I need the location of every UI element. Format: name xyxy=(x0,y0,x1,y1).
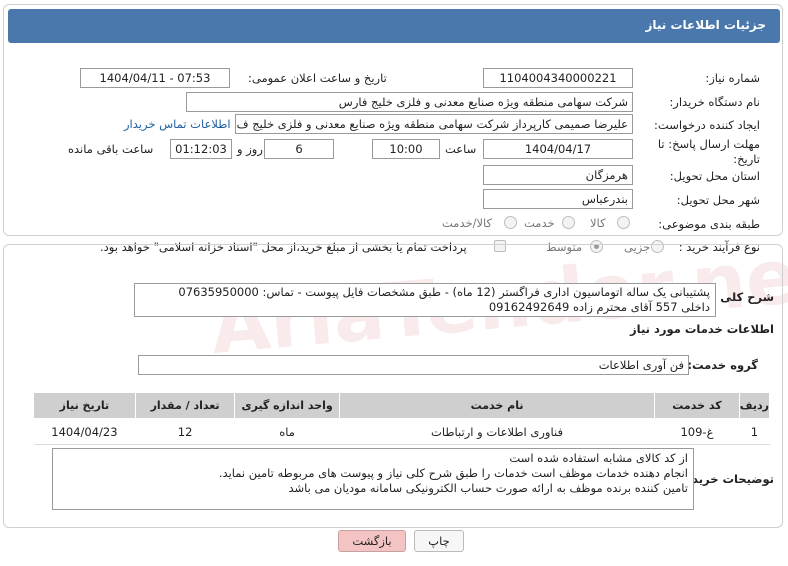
need-number-label: شماره نیاز: xyxy=(705,71,760,85)
panel-header: جزئیات اطلاعات نیاز xyxy=(8,9,780,43)
city-field[interactable]: بندرعباس xyxy=(483,189,633,209)
deadline-time-field[interactable]: 10:00 xyxy=(372,139,440,159)
description-textarea[interactable]: پشتیبانی یک ساله اتوماسیون اداری فراگستر… xyxy=(134,283,716,317)
deadline-time-label: ساعت xyxy=(445,142,477,156)
category-radio-service[interactable] xyxy=(562,216,575,229)
row-code: غ-109 xyxy=(654,418,740,445)
description-line-2: داخلی 557 آقای محترم زاده 09162492649 xyxy=(488,300,710,314)
creator-label: ایجاد کننده درخواست: xyxy=(654,118,760,132)
col-qty: تعداد / مقدار xyxy=(134,392,236,419)
buyer-org-label: نام دستگاه خریدار: xyxy=(669,95,760,109)
services-section-title: اطلاعات خدمات مورد نیاز xyxy=(630,322,774,336)
need-number-field[interactable]: 1104004340000221 xyxy=(483,68,633,88)
back-button[interactable]: بازگشت xyxy=(338,530,406,552)
col-name: نام خدمت xyxy=(338,392,656,419)
description-line-1: پشتیبانی یک ساله اتوماسیون اداری فراگستر… xyxy=(178,285,710,299)
category-option-goods-service: کالا/خدمت xyxy=(442,216,493,230)
city-label: شهر محل تحویل: xyxy=(676,193,760,207)
deadline-label: مهلت ارسال پاسخ: تا xyxy=(657,137,760,151)
buyer-contact-link[interactable]: اطلاعات تماس خریدار xyxy=(124,117,231,131)
category-option-goods: کالا xyxy=(590,216,606,230)
row-qty: 12 xyxy=(135,418,235,445)
province-field[interactable]: هرمزگان xyxy=(483,165,633,185)
announce-label: تاریخ و ساعت اعلان عمومی: xyxy=(248,71,387,85)
service-group-label: گروه خدمت: xyxy=(687,358,758,372)
row-index: 1 xyxy=(739,418,770,445)
province-label: استان محل تحویل: xyxy=(669,169,760,183)
print-button[interactable]: چاپ xyxy=(414,530,464,552)
col-date: تاریخ نیاز xyxy=(33,392,136,419)
col-code: کد خدمت xyxy=(654,392,740,419)
panel-title: جزئیات اطلاعات نیاز xyxy=(645,18,766,32)
category-radio-goods-service[interactable] xyxy=(504,216,517,229)
buyer-notes-textarea[interactable]: از کد کالای مشابه استفاده شده است انجام … xyxy=(52,448,694,510)
col-index: ردیف xyxy=(738,392,771,419)
deadline-date-label: تاریخ: xyxy=(733,152,760,166)
remaining-time-label: ساعت باقی مانده xyxy=(68,142,154,156)
col-unit: واحد اندازه گیری xyxy=(234,392,340,419)
services-table: ردیف کد خدمت نام خدمت واحد اندازه گیری ت… xyxy=(33,392,771,445)
days-label: روز و xyxy=(237,142,263,156)
category-option-service: خدمت xyxy=(524,216,555,230)
creator-field[interactable]: علیرضا صمیمی کارپرداز شرکت سهامی منطقه و… xyxy=(235,114,633,134)
buyer-org-field[interactable]: شرکت سهامی منطقه ویژه صنایع معدنی و فلزی… xyxy=(186,92,633,112)
category-radio-goods[interactable] xyxy=(617,216,630,229)
category-label: طبقه بندی موضوعی: xyxy=(658,217,760,231)
days-remaining-field[interactable]: 6 xyxy=(264,139,334,159)
deadline-date-field[interactable]: 1404/04/17 xyxy=(483,139,633,159)
row-date: 1404/04/23 xyxy=(33,418,136,445)
row-name: فناوری اطلاعات و ارتباطات xyxy=(339,418,655,445)
buyer-notes-line-2: انجام دهنده خدمات موظف است خدمات را طبق … xyxy=(218,466,688,480)
service-group-field[interactable]: فن آوری اطلاعات xyxy=(138,355,689,375)
row-unit: ماه xyxy=(234,418,340,445)
buyer-notes-line-1: از کد کالای مشابه استفاده شده است xyxy=(509,451,688,465)
buyer-notes-line-3: تامین کننده برنده موظف به ارائه صورت حسا… xyxy=(288,481,688,495)
table-row[interactable]: 1 غ-109 فناوری اطلاعات و ارتباطات ماه 12… xyxy=(33,418,770,445)
remaining-time-field[interactable]: 01:12:03 xyxy=(170,139,232,159)
announce-datetime-field[interactable]: 1404/04/11 - 07:53 xyxy=(80,68,230,88)
